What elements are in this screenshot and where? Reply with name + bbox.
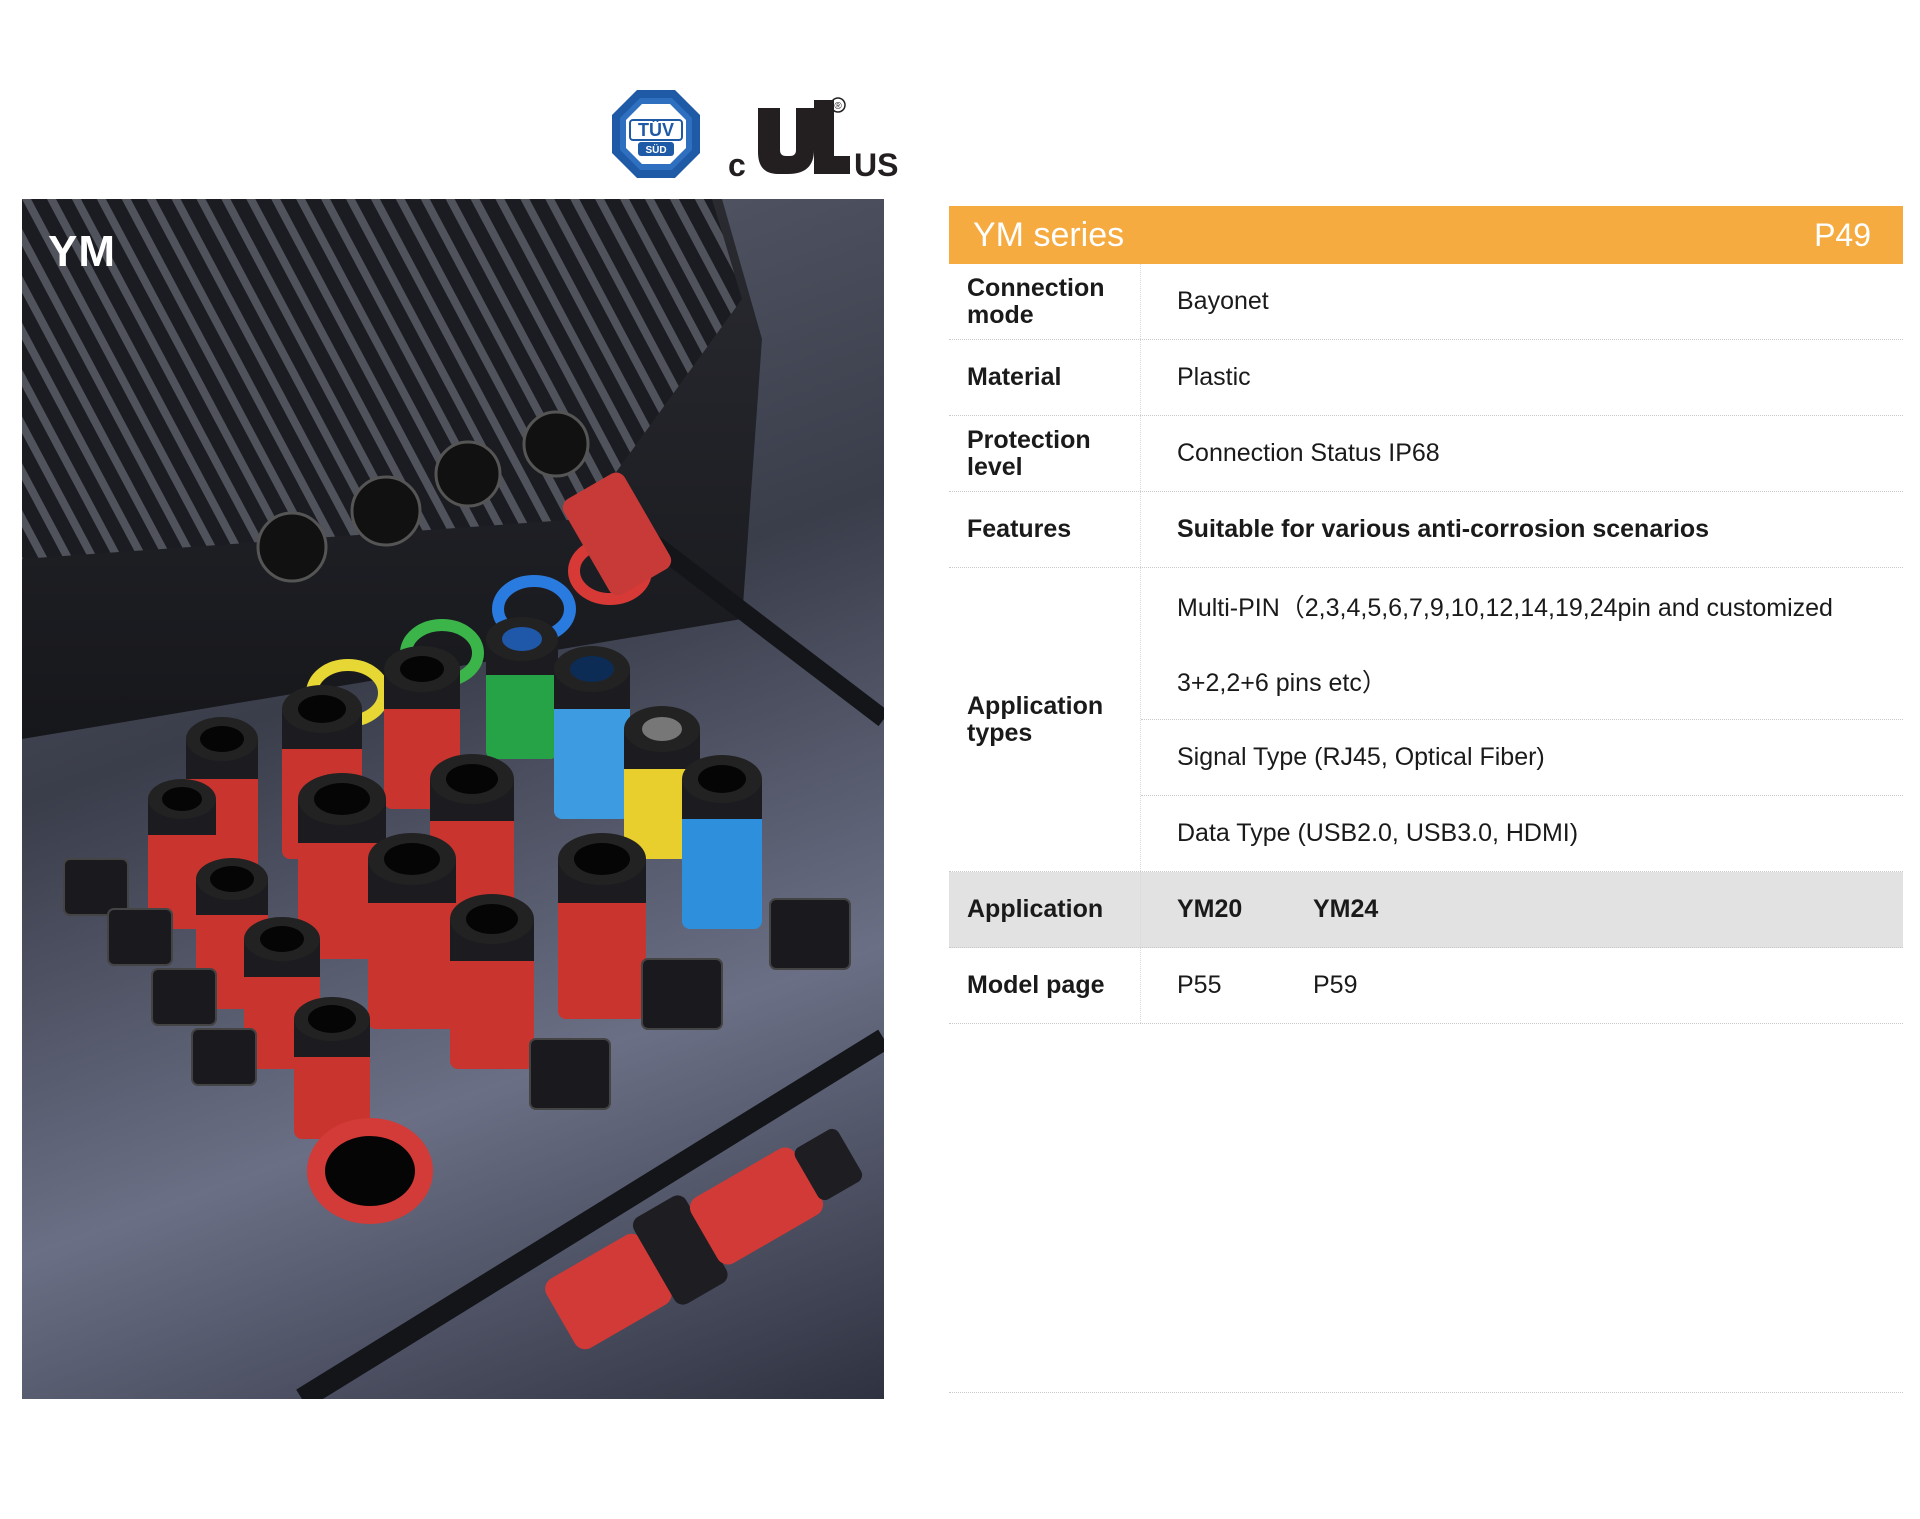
row-application-types: Application types Multi-PIN（2,3,4,5,6,7,… [949,568,1903,872]
certification-logos: TÜV SÜD c ® US [610,88,900,182]
application-type-item: Data Type (USB2.0, USB3.0, HDMI) [1141,794,1903,871]
application-type-item: Multi-PIN（2,3,4,5,6,7,9,10,12,14,19,24pi… [1177,593,1833,622]
row-label: Protection level [949,416,1141,491]
spec-header: YM series P49 [949,206,1903,264]
row-protection-level: Protection level Connection Status IP68 [949,416,1903,492]
row-features: Features Suitable for various anti-corro… [949,492,1903,568]
row-label: Application types [949,568,1141,871]
row-label: Model page [949,948,1141,1023]
row-model-page: Model page P55 P59 [949,948,1903,1024]
row-label: Material [949,340,1141,415]
spec-table: YM series P49 Connection mode Bayonet Ma… [949,206,1903,1024]
row-value: Connection Status IP68 [1177,439,1440,467]
model-page-link[interactable]: P59 [1313,971,1449,1000]
svg-text:TÜV: TÜV [638,120,674,140]
svg-text:c: c [728,147,746,182]
row-application: Application YM20 YM24 [949,872,1903,948]
application-types-list: Multi-PIN（2,3,4,5,6,7,9,10,12,14,19,24pi… [1141,568,1903,871]
row-material: Material Plastic [949,340,1903,416]
table-bottom-rule [949,1392,1903,1393]
product-photo: YM [22,199,884,1399]
row-value: Suitable for various anti-corrosion scen… [1177,515,1710,543]
model-name: YM24 [1313,895,1379,923]
row-value: P55 P59 [1141,948,1903,1023]
row-value: Bayonet [1177,287,1269,315]
row-value: Plastic [1177,363,1251,391]
svg-text:SÜD: SÜD [645,143,666,156]
row-connection-mode: Connection mode Bayonet [949,264,1903,340]
svg-text:US: US [854,147,898,182]
svg-text:®: ® [834,101,842,112]
connector-illustration [22,199,884,1399]
application-type-item: Signal Type (RJ45, Optical Fiber) [1141,718,1903,795]
ul-listed-logo: c ® US [728,97,898,182]
row-label: Connection mode [949,264,1141,339]
row-value: YM20 YM24 [1141,872,1903,947]
model-name: YM20 [1177,895,1243,923]
application-type-item: 3+2,2+6 pins etc） [1177,668,1387,697]
series-title: YM series [973,215,1125,254]
row-label: Features [949,492,1141,567]
series-page-number: P49 [1814,216,1871,253]
series-label: YM [48,227,116,276]
model-page-link[interactable]: P55 [1177,971,1313,1000]
row-label: Application [949,872,1141,947]
tuv-sud-logo: TÜV SÜD [612,90,700,178]
